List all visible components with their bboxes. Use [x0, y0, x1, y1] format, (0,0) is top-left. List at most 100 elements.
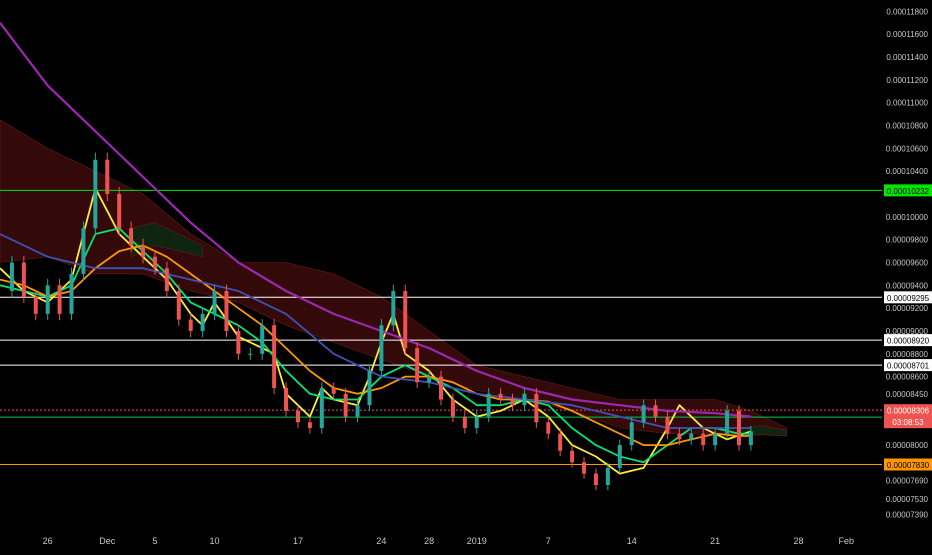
candle-body-5 [57, 285, 62, 314]
candle-body-45 [534, 393, 539, 423]
x-tick-5: 24 [376, 536, 386, 546]
x-tick-2: 5 [152, 536, 157, 546]
candle-body-9 [105, 159, 110, 195]
chart-background [0, 0, 932, 550]
candle-body-14 [164, 268, 169, 292]
candle-body-48 [570, 450, 575, 463]
candle-body-1 [9, 262, 14, 292]
candle-body-42 [498, 393, 503, 400]
level-label-3: 0.00008701 [887, 362, 930, 371]
candle-body-62 [736, 410, 741, 446]
y-tick-19: 0.00007530 [886, 495, 929, 504]
candle-body-53 [629, 422, 634, 446]
candle-body-63 [748, 431, 753, 446]
candle-body-16 [188, 319, 193, 331]
y-tick-2: 0.00011400 [886, 53, 928, 62]
candle-body-24 [284, 388, 289, 411]
candle-body-37 [439, 376, 443, 400]
last-price-label: 0.00008306 [887, 407, 930, 416]
candle-body-52 [617, 445, 622, 468]
y-tick-16: 0.00008450 [886, 390, 929, 399]
candle-body-10 [117, 194, 122, 229]
y-tick-15: 0.00008600 [886, 373, 929, 382]
price-axis[interactable]: 0.00011800 0.00011600 0.00011400 0.00011200… [886, 7, 929, 519]
y-tick-8: 0.00010000 [886, 213, 929, 222]
candle-body-44 [522, 393, 527, 406]
candle-body-38 [450, 399, 455, 417]
candle-body-58 [689, 433, 694, 440]
candle-body-11 [129, 228, 134, 246]
y-tick-12: 0.00009200 [886, 304, 929, 313]
candle-body-33 [391, 291, 396, 326]
candle-body-13 [152, 256, 157, 269]
candle-body-31 [367, 370, 372, 406]
candle-body-57 [677, 433, 682, 440]
candle-body-47 [558, 433, 563, 451]
candle-body-17 [200, 313, 205, 331]
x-tick-11: 28 [794, 536, 804, 546]
candle-body-40 [474, 416, 479, 428]
candle-body-34 [403, 291, 408, 349]
countdown-label: 03:08:53 [892, 418, 924, 427]
candle-body-18 [212, 291, 217, 314]
y-tick-9: 0.00009800 [886, 236, 929, 245]
candle-body-39 [462, 416, 467, 428]
level-label-0: 0.00010232 [887, 187, 930, 196]
candle-body-49 [582, 462, 587, 474]
y-tick-7: 0.00010400 [886, 167, 929, 176]
candle-body-61 [725, 410, 730, 434]
candle-body-51 [605, 467, 610, 486]
candle-body-27 [319, 388, 324, 428]
x-tick-9: 14 [627, 536, 637, 546]
x-tick-0: 26 [43, 536, 53, 546]
level-label-1: 0.00009295 [887, 294, 930, 303]
candle-body-46 [546, 422, 551, 434]
candle-body-30 [355, 405, 360, 417]
y-tick-3: 0.00011200 [886, 76, 928, 85]
candle-body-56 [665, 416, 670, 434]
y-tick-6: 0.00010600 [886, 144, 929, 153]
candle-body-55 [653, 405, 658, 417]
candle-body-8 [93, 159, 98, 229]
x-tick-12: Feb [838, 536, 854, 546]
level-label-2: 0.00008920 [887, 337, 930, 346]
candle-body-23 [272, 325, 277, 389]
candle-body-7 [81, 228, 86, 274]
y-tick-14: 0.00008800 [886, 350, 929, 359]
candle-body-50 [593, 473, 598, 486]
candle-body-29 [343, 393, 348, 417]
candle-body-59 [701, 433, 706, 446]
candle-body-6 [69, 273, 74, 314]
y-tick-11: 0.00009400 [886, 281, 929, 290]
x-tick-8: 7 [546, 536, 551, 546]
candle-body-4 [45, 285, 50, 314]
y-tick-18: 0.00007690 [886, 476, 929, 485]
candle-body-60 [713, 433, 718, 446]
candle-body-21 [248, 353, 253, 355]
x-tick-7: 2019 [467, 536, 487, 546]
x-tick-6: 28 [424, 536, 434, 546]
candle-body-26 [307, 422, 312, 428]
candle-body-3 [33, 296, 38, 314]
level-label-5: 0.00007830 [887, 461, 930, 470]
candle-body-41 [486, 393, 491, 417]
x-tick-10: 21 [710, 536, 720, 546]
y-tick-10: 0.00009600 [886, 259, 929, 268]
candle-body-35 [415, 348, 420, 383]
candle-body-25 [295, 410, 300, 423]
price-chart[interactable]: 0.00011800 0.00011600 0.00011400 0.00011200… [0, 0, 932, 550]
candle-body-2 [21, 262, 26, 297]
candle-body-22 [260, 325, 265, 354]
y-tick-0: 0.00011800 [886, 7, 928, 16]
y-tick-20: 0.00007390 [886, 511, 929, 520]
y-tick-1: 0.00011600 [886, 30, 928, 39]
candle-body-20 [236, 330, 241, 354]
candle-body-19 [224, 291, 229, 331]
y-tick-5: 0.00010800 [886, 122, 929, 131]
x-tick-1: Dec [99, 536, 116, 546]
chart-container[interactable]: 0.00011800 0.00011600 0.00011400 0.00011200… [0, 0, 932, 550]
x-tick-3: 10 [210, 536, 220, 546]
candle-body-28 [331, 388, 336, 394]
candle-body-32 [379, 325, 384, 371]
candle-body-36 [427, 376, 432, 383]
